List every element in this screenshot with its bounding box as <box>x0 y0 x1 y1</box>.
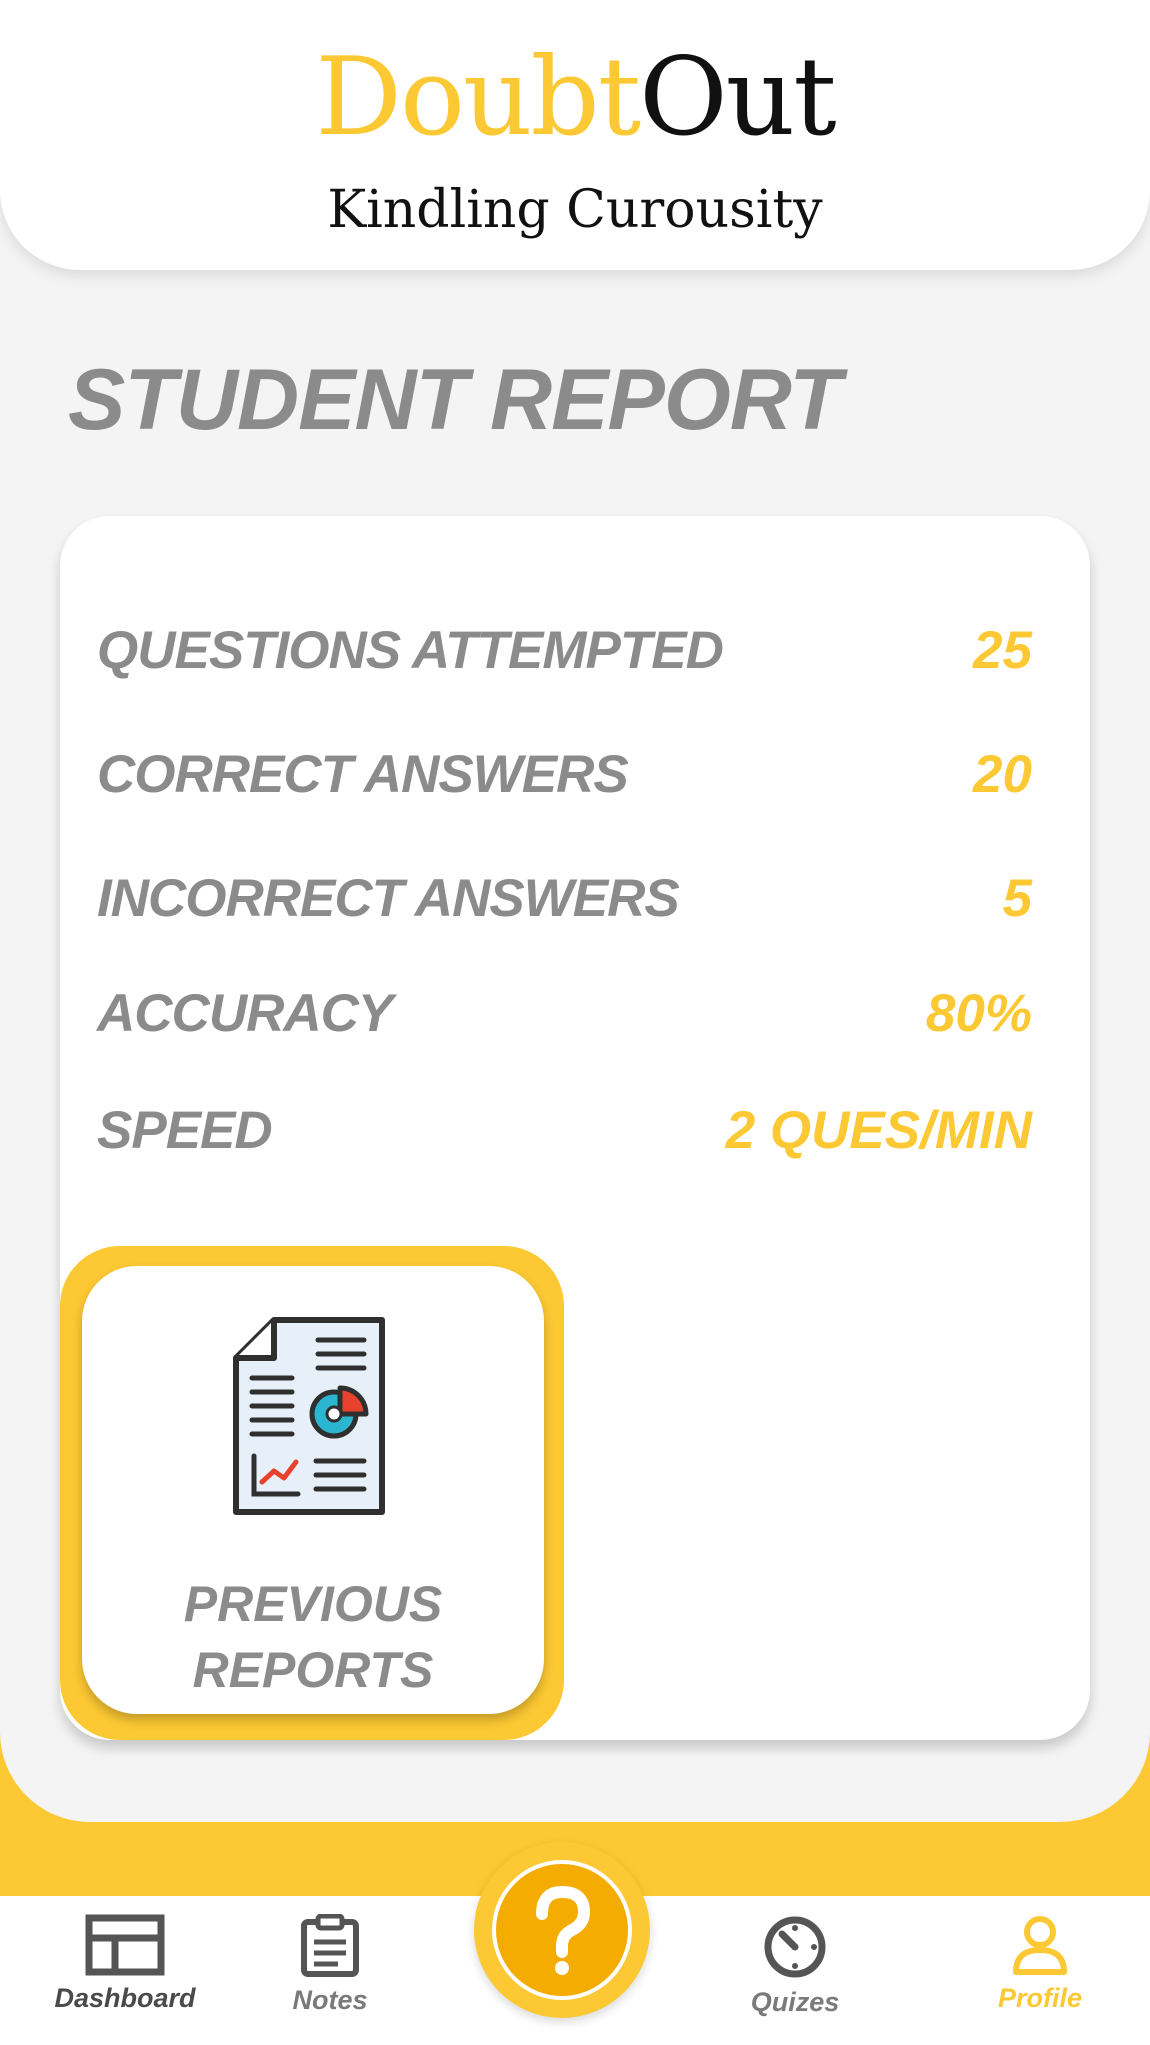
question-icon <box>536 1885 591 1975</box>
nav-profile-label: Profile <box>997 1983 1083 2013</box>
previous-reports-line1: PREVIOUS <box>183 1576 443 1632</box>
nav-dashboard-label: Dashboard <box>54 1983 196 2013</box>
nav-quizes[interactable]: Quizes <box>740 1914 850 2018</box>
notes-icon <box>301 1914 359 1977</box>
stat-value: 80% <box>925 984 1032 1043</box>
stat-value: 25 <box>973 621 1032 680</box>
stat-label: CORRECT ANSWERS <box>97 745 629 804</box>
stat-value: 20 <box>973 745 1032 804</box>
stat-label: QUESTIONS ATTEMPTED <box>97 621 724 680</box>
previous-reports-card[interactable]: PREVIOUS REPORTS <box>82 1266 544 1714</box>
stat-value: 2 QUES/MIN <box>725 1101 1032 1160</box>
help-button[interactable] <box>474 1842 650 2018</box>
quiz-timer-icon <box>764 1916 826 1978</box>
nav-profile[interactable]: Profile <box>985 1914 1095 2014</box>
stat-label: SPEED <box>97 1101 273 1160</box>
stat-incorrect-answers: INCORRECT ANSWERS 5 <box>97 864 1032 934</box>
nav-dashboard[interactable]: Dashboard <box>40 1914 210 2014</box>
stat-questions-attempted: QUESTIONS ATTEMPTED 25 <box>97 616 1032 686</box>
profile-icon <box>1013 1916 1067 1975</box>
report-document-icon <box>233 1317 385 1515</box>
app-logo: DoubtOut <box>0 38 1150 158</box>
dashboard-icon <box>85 1914 165 1976</box>
logo-doubt: Doubt <box>315 35 641 160</box>
tagline: Kindling Curousity <box>327 180 823 240</box>
logo-out: Out <box>639 35 836 160</box>
stat-value: 5 <box>1002 869 1032 928</box>
previous-reports-line2: REPORTS <box>192 1642 434 1698</box>
stat-correct-answers: CORRECT ANSWERS 20 <box>97 740 1032 810</box>
stat-label: ACCURACY <box>97 984 393 1043</box>
previous-reports-button[interactable]: PREVIOUS REPORTS <box>60 1246 564 1740</box>
previous-reports-label: PREVIOUS REPORTS <box>82 1571 544 1703</box>
app-header: DoubtOut Kindling Curousity <box>0 0 1150 270</box>
nav-notes[interactable]: Notes <box>270 1914 390 2016</box>
page-title: STUDENT REPORT <box>68 352 842 448</box>
stat-label: INCORRECT ANSWERS <box>97 869 680 928</box>
help-button-core[interactable] <box>492 1860 632 2000</box>
nav-notes-label: Notes <box>292 1985 368 2015</box>
stat-accuracy: ACCURACY 80% <box>97 979 1032 1049</box>
nav-quizes-label: Quizes <box>750 1987 840 2017</box>
stat-speed: SPEED 2 QUES/MIN <box>97 1096 1032 1166</box>
